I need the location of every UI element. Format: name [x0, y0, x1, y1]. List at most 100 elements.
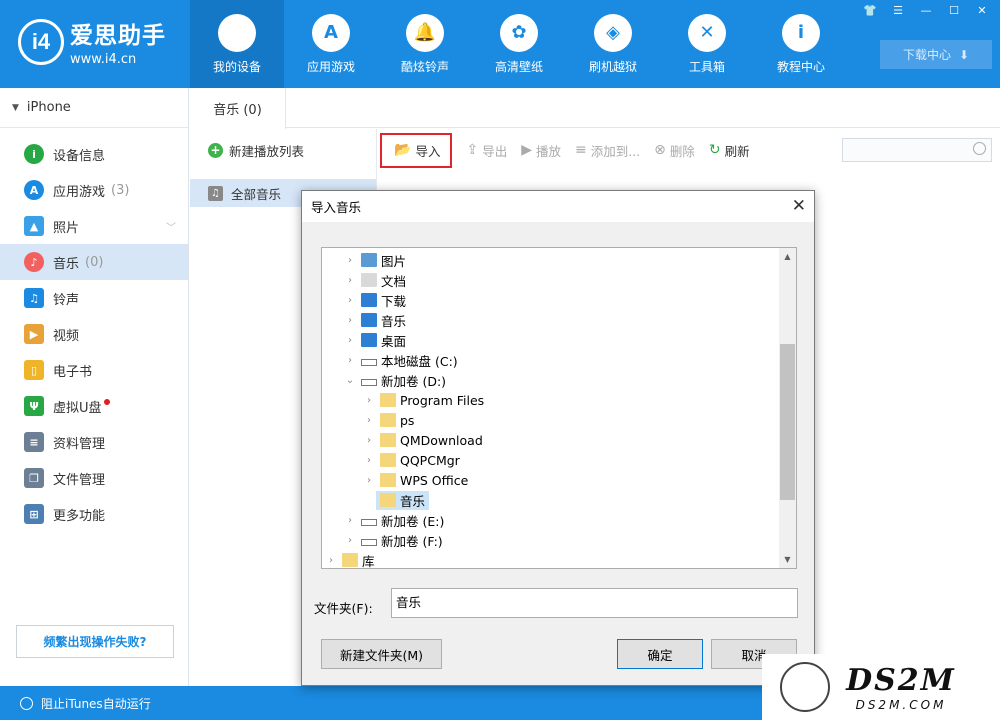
- download-center-button[interactable]: 下载中心 ⬇: [880, 40, 992, 69]
- scroll-up-icon[interactable]: ▲: [779, 248, 796, 265]
- book-icon: ▯: [24, 360, 44, 380]
- import-button[interactable]: 📂 导入: [380, 132, 453, 168]
- sidebar-item-0[interactable]: i 设备信息: [0, 136, 188, 172]
- add-to-button[interactable]: ≡ 添加到...: [575, 141, 640, 160]
- export-button[interactable]: ⇪ 导出: [466, 141, 507, 160]
- minimize-icon[interactable]: —: [918, 4, 934, 17]
- refresh-button[interactable]: ↻ 刷新: [709, 141, 750, 160]
- sidebar-item-4[interactable]: ♫ 铃声: [0, 280, 188, 316]
- operation-fail-button[interactable]: 频繁出现操作失败?: [16, 625, 174, 658]
- sidebar-item-9[interactable]: ❐ 文件管理: [0, 460, 188, 496]
- menu-icon[interactable]: ☰: [890, 4, 906, 17]
- tree-row[interactable]: › QMDownload: [322, 430, 796, 450]
- nav-item-4[interactable]: ◈ 刷机越狱: [566, 0, 660, 88]
- tree-row[interactable]: › 本地磁盘 (C:): [322, 350, 796, 370]
- file-icon: ❐: [24, 468, 44, 488]
- tree-expand-icon[interactable]: ›: [343, 255, 357, 266]
- tree-row[interactable]: › 库: [322, 550, 796, 569]
- tree-row[interactable]: 音乐: [322, 490, 796, 510]
- scroll-thumb[interactable]: [780, 344, 795, 500]
- app-name: 爱思助手: [70, 23, 166, 49]
- tree-expand-icon[interactable]: ›: [362, 415, 376, 426]
- tree-expand-icon[interactable]: ›: [343, 275, 357, 286]
- tab-music[interactable]: 音乐 (0): [190, 88, 286, 129]
- bell-icon: 🔔: [406, 13, 444, 52]
- search-input[interactable]: [842, 138, 992, 162]
- tree-collapse-icon[interactable]: ⌄: [343, 375, 357, 386]
- chevron-down-icon[interactable]: ﹀: [166, 219, 176, 234]
- export-icon: ⇪: [466, 142, 479, 158]
- tree-expand-icon[interactable]: ›: [343, 355, 357, 366]
- sidebar-item-2[interactable]: ▲ 照片 ﹀: [0, 208, 188, 244]
- nav-item-3[interactable]: ✿ 高清壁纸: [472, 0, 566, 88]
- sidebar-item-count: (3): [111, 182, 130, 198]
- tree-row-label: Program Files: [400, 392, 485, 408]
- tree-row[interactable]: › 新加卷 (F:): [322, 530, 796, 550]
- tree-expand-icon[interactable]: ›: [324, 555, 338, 566]
- tree-row-label: 库: [362, 553, 375, 569]
- tree-expand-icon[interactable]: ›: [362, 475, 376, 486]
- sidebar-item-label: 文件管理: [53, 472, 106, 488]
- tree-row[interactable]: › 图片: [322, 250, 796, 270]
- app-url: www.i4.cn: [70, 52, 137, 67]
- nav-item-1[interactable]: A 应用游戏: [284, 0, 378, 88]
- sidebar-item-10[interactable]: ⊞ 更多功能: [0, 496, 188, 532]
- tree-row[interactable]: › 文档: [322, 270, 796, 290]
- tree-row-label: QQPCMgr: [400, 452, 460, 468]
- new-playlist-button[interactable]: + 新建播放列表: [190, 129, 376, 171]
- tree-expand-icon[interactable]: ›: [343, 315, 357, 326]
- info-icon: i: [782, 13, 820, 52]
- tree-row[interactable]: › QQPCMgr: [322, 450, 796, 470]
- tree-row-label: 新加卷 (F:): [381, 533, 443, 549]
- tree-expand-icon[interactable]: ›: [343, 295, 357, 306]
- sidebar-item-7[interactable]: Ψ 虚拟U盘: [0, 388, 188, 424]
- tree-expand-icon[interactable]: ›: [362, 435, 376, 446]
- itunes-toggle-icon[interactable]: [20, 696, 33, 710]
- sidebar-item-8[interactable]: ≡ 资料管理: [0, 424, 188, 460]
- tree-row[interactable]: › ps: [322, 410, 796, 430]
- device-selector[interactable]: ▼ iPhone: [0, 88, 188, 128]
- new-folder-button[interactable]: 新建文件夹(M): [321, 639, 442, 669]
- tree-expand-icon[interactable]: ›: [343, 335, 357, 346]
- tree-row[interactable]: › 桌面: [322, 330, 796, 350]
- nav-label: 酷炫铃声: [400, 59, 449, 74]
- sidebar-item-6[interactable]: ▯ 电子书: [0, 352, 188, 388]
- tree-row[interactable]: › Program Files: [322, 390, 796, 410]
- nav-item-5[interactable]: ✕ 工具箱: [660, 0, 754, 88]
- itunes-block-label[interactable]: 阻止iTunes自动运行: [41, 695, 151, 712]
- library-icon: [342, 553, 358, 567]
- tree-scrollbar[interactable]: ▲ ▼: [779, 248, 796, 568]
- tree-expand-icon[interactable]: ›: [343, 535, 357, 546]
- tree-expand-icon[interactable]: ›: [362, 455, 376, 466]
- play-button[interactable]: ▶ 播放: [521, 141, 561, 160]
- folder-tree: › 图片 › 文档 › 下载 › 音乐 › 桌面 › 本地磁盘 (C:) ⌄ 新加卷 (D:) › Progr…: [321, 247, 797, 569]
- sidebar-item-5[interactable]: ▶ 视频: [0, 316, 188, 352]
- ok-button[interactable]: 确定: [617, 639, 703, 669]
- music-note-icon: ♫: [208, 185, 223, 201]
- tree-row[interactable]: › WPS Office: [322, 470, 796, 490]
- sidebar-item-3[interactable]: ♪ 音乐 (0): [0, 244, 188, 280]
- dialog-close-icon[interactable]: ✕: [792, 196, 806, 216]
- documents-icon: [361, 273, 377, 287]
- tree-expand-icon[interactable]: ›: [362, 395, 376, 406]
- tree-expand-icon[interactable]: ›: [343, 515, 357, 526]
- drive-icon: [361, 518, 377, 526]
- sidebar-item-1[interactable]: A 应用游戏 (3): [0, 172, 188, 208]
- nav-item-2[interactable]: 🔔 酷炫铃声: [378, 0, 472, 88]
- delete-button[interactable]: ⊗ 删除: [654, 141, 695, 160]
- scroll-down-icon[interactable]: ▼: [779, 551, 796, 568]
- folder-field[interactable]: 音乐: [391, 588, 798, 618]
- tree-row-label: 本地磁盘 (C:): [381, 353, 458, 369]
- nav-item-0[interactable]: 我的设备: [190, 0, 284, 88]
- app-logo: i4 爱思助手 www.i4.cn: [18, 16, 166, 67]
- import-folder-icon: 📂: [394, 142, 412, 158]
- tree-row[interactable]: › 音乐: [322, 310, 796, 330]
- skin-icon[interactable]: 👕: [862, 4, 878, 17]
- tree-row[interactable]: ⌄ 新加卷 (D:): [322, 370, 796, 390]
- nav-item-6[interactable]: i 教程中心: [754, 0, 848, 88]
- tree-row[interactable]: › 下载: [322, 290, 796, 310]
- maximize-icon[interactable]: ☐: [946, 4, 962, 17]
- close-icon[interactable]: ✕: [974, 4, 990, 17]
- tree-row[interactable]: › 新加卷 (E:): [322, 510, 796, 530]
- contacts-icon: ≡: [24, 432, 44, 452]
